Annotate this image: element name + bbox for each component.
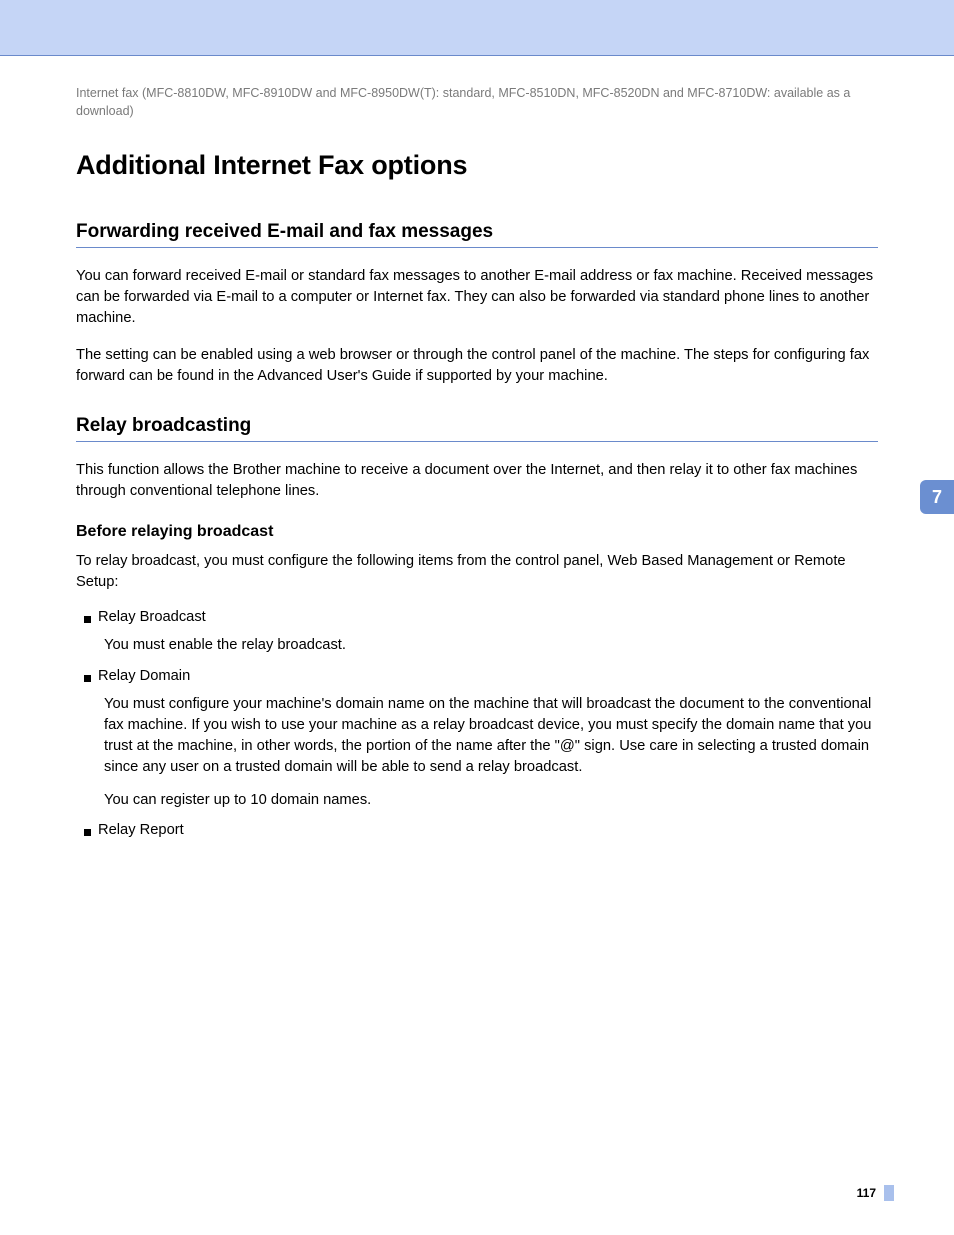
list-item-title: Relay Broadcast [98, 609, 206, 625]
paragraph: The setting can be enabled using a web b… [76, 345, 878, 387]
heading-underline [76, 441, 878, 442]
list-item: Relay Broadcast [84, 609, 878, 625]
page-number: 117 [857, 1186, 876, 1200]
page-content: Internet fax (MFC-8810DW, MFC-8910DW and… [0, 56, 954, 838]
chapter-tab: 7 [920, 480, 954, 514]
section-heading-forwarding: Forwarding received E-mail and fax messa… [76, 221, 878, 243]
sub-heading: Before relaying broadcast [76, 523, 878, 541]
list-item-desc: You can register up to 10 domain names. [104, 790, 878, 811]
footer-accent [884, 1185, 894, 1201]
config-list: Relay Broadcast You must enable the rela… [76, 609, 878, 838]
paragraph: This function allows the Brother machine… [76, 460, 878, 502]
square-bullet-icon [84, 616, 91, 623]
list-item-desc: You must enable the relay broadcast. [104, 635, 878, 656]
square-bullet-icon [84, 829, 91, 836]
paragraph: You can forward received E-mail or stand… [76, 266, 878, 329]
square-bullet-icon [84, 675, 91, 682]
paragraph: To relay broadcast, you must configure t… [76, 551, 878, 593]
header-note: Internet fax (MFC-8810DW, MFC-8910DW and… [76, 84, 878, 120]
list-item: Relay Report [84, 822, 878, 838]
footer: 117 [857, 1185, 894, 1201]
list-item-title: Relay Domain [98, 668, 190, 684]
page-title: Additional Internet Fax options [76, 150, 878, 181]
list-item-title: Relay Report [98, 822, 184, 838]
list-item-desc: You must configure your machine's domain… [104, 694, 878, 778]
section-heading-relay: Relay broadcasting [76, 415, 878, 437]
heading-underline [76, 247, 878, 248]
list-item: Relay Domain [84, 668, 878, 684]
chapter-number: 7 [932, 487, 942, 508]
top-band [0, 0, 954, 56]
